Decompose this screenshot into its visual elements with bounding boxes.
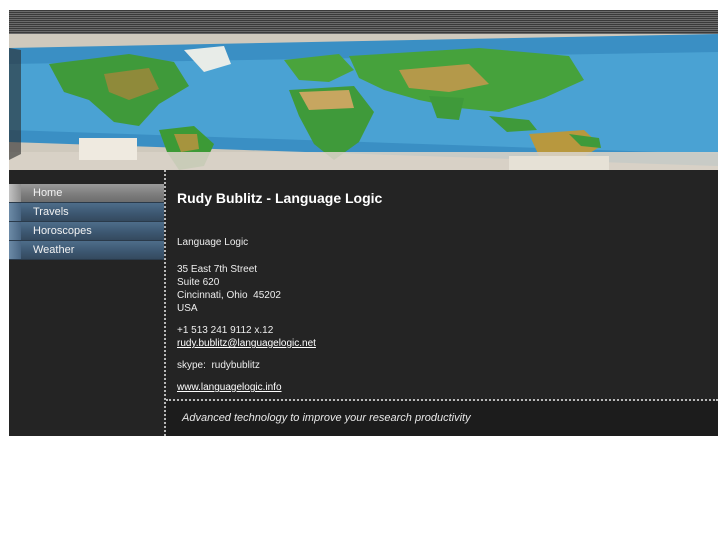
nav-item-travels[interactable]: Travels: [9, 203, 164, 222]
world-map-image: [9, 34, 718, 170]
footer-tagline: Advanced technology to improve your rese…: [182, 412, 471, 424]
address-line: Cincinnati, Ohio 45202: [177, 290, 281, 301]
address-line: USA: [177, 303, 198, 314]
top-stripe-bar: [9, 10, 718, 34]
address-block: 35 East 7th Street Suite 620 Cincinnati,…: [177, 263, 707, 315]
footer: Advanced technology to improve your rese…: [166, 401, 718, 436]
nav-item-label: Travels: [33, 206, 69, 218]
address-line: 35 East 7th Street: [177, 264, 258, 275]
skype-id: skype: rudybublitz: [177, 360, 260, 371]
nav-item-home[interactable]: Home: [9, 184, 164, 203]
sidebar: Home Travels Horoscopes Weather: [9, 170, 164, 436]
nav-item-weather[interactable]: Weather: [9, 241, 164, 260]
website-link[interactable]: www.languagelogic.info: [177, 382, 282, 393]
sidebar-nav: Home Travels Horoscopes Weather: [9, 184, 164, 260]
page-frame: Home Travels Horoscopes Weather Rudy Bub…: [9, 10, 718, 436]
nav-item-label: Horoscopes: [33, 225, 92, 237]
address-line: Suite 620: [177, 277, 220, 288]
nav-item-label: Home: [33, 187, 63, 199]
page-title: Rudy Bublitz - Language Logic: [177, 190, 383, 206]
nav-item-label: Weather: [33, 244, 75, 256]
contact-block: +1 513 241 9112 x.12 rudy.bublitz@langua…: [177, 324, 707, 350]
company-name: Language Logic: [177, 237, 249, 248]
main-content: Rudy Bublitz - Language Logic Language L…: [177, 170, 707, 403]
vertical-dotted-divider: [164, 170, 166, 436]
email-link[interactable]: rudy.bublitz@languagelogic.net: [177, 338, 316, 349]
phone-number: +1 513 241 9112 x.12: [177, 325, 274, 336]
world-map-banner: [9, 34, 718, 170]
nav-item-horoscopes[interactable]: Horoscopes: [9, 222, 164, 241]
